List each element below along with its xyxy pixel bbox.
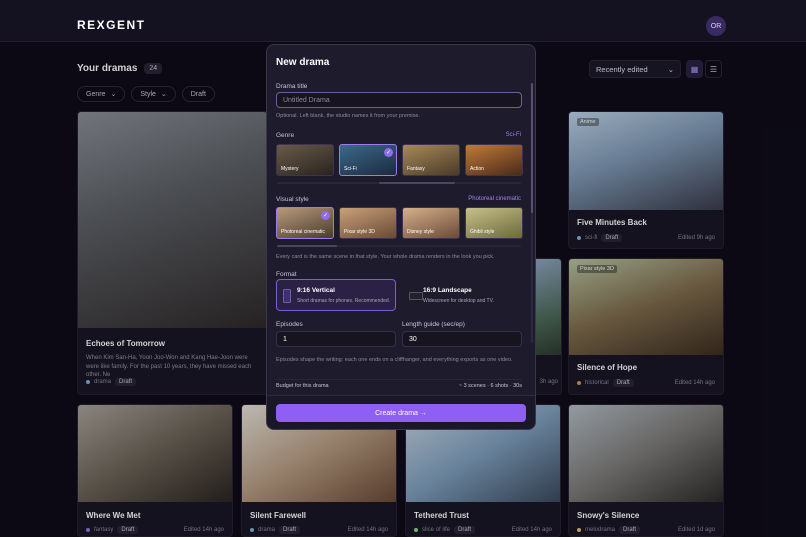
title-hint: Optional. Left blank, the studio names i… bbox=[276, 113, 420, 119]
modal-title: New drama bbox=[276, 57, 330, 68]
landscape-format-icon bbox=[409, 292, 423, 300]
format-vertical[interactable]: 9:16 Vertical Short dramas for phones. R… bbox=[276, 279, 396, 311]
modal-footer: Create drama → bbox=[267, 395, 535, 429]
style-option-label: Photoreal cinematic bbox=[281, 229, 325, 235]
check-icon: ✓ bbox=[384, 148, 393, 157]
style-hint: Every card is the same scene in that sty… bbox=[276, 254, 495, 260]
length-label: Length guide (sec/ep) bbox=[402, 321, 465, 328]
genre-option-label: Fantasy bbox=[407, 166, 425, 172]
episodes-hint: Episodes shape the writing: each one end… bbox=[276, 357, 513, 363]
budget-row: Budget for this drama ~ 3 scenes · 6 sho… bbox=[276, 379, 522, 395]
style-option-photoreal[interactable]: Photoreal cinematic ✓ bbox=[276, 207, 334, 239]
vertical-format-icon bbox=[283, 289, 291, 303]
genre-option-fantasy[interactable]: Fantasy bbox=[402, 144, 460, 176]
drama-title-input[interactable]: Untitled Drama bbox=[276, 92, 522, 108]
genre-scroll-track[interactable] bbox=[277, 182, 521, 184]
style-option-ghibli[interactable]: Ghibli style bbox=[465, 207, 523, 239]
genre-selected: Sci-Fi bbox=[505, 132, 521, 138]
genre-option-mystery[interactable]: Mystery bbox=[276, 144, 334, 176]
length-input[interactable]: 30 bbox=[402, 331, 522, 347]
format-desc: Widescreen for desktop and TV. bbox=[423, 298, 494, 304]
budget-value: ~ 3 scenes · 6 shots · 30s bbox=[458, 383, 522, 389]
scroll-thumb[interactable] bbox=[531, 83, 533, 213]
style-label: Visual style bbox=[276, 196, 309, 203]
format-desc: Short dramas for phones. Recommended. bbox=[297, 298, 391, 304]
title-label: Drama title bbox=[276, 83, 308, 90]
style-scroll-thumb[interactable] bbox=[277, 245, 337, 247]
genre-option-label: Mystery bbox=[281, 166, 299, 172]
new-drama-modal: New drama Drama title Untitled Drama Opt… bbox=[266, 44, 536, 430]
budget-label: Budget for this drama bbox=[276, 383, 329, 389]
user-avatar[interactable]: OR bbox=[706, 16, 726, 36]
top-bar: REXGENT OR bbox=[0, 0, 806, 42]
episodes-input[interactable]: 1 bbox=[276, 331, 396, 347]
genre-option-label: Sci-Fi bbox=[344, 166, 357, 172]
style-scroll-track[interactable] bbox=[277, 245, 521, 247]
genre-scroll-thumb[interactable] bbox=[379, 182, 455, 184]
modal-scrollbar[interactable] bbox=[531, 83, 533, 343]
style-option-label: Disney style bbox=[407, 229, 434, 235]
style-option-label: Ghibli style bbox=[470, 229, 495, 235]
create-drama-button[interactable]: Create drama → bbox=[276, 404, 526, 422]
style-option-disney[interactable]: Disney style bbox=[402, 207, 460, 239]
genre-option-action[interactable]: Action bbox=[465, 144, 523, 176]
format-title: 16:9 Landscape bbox=[423, 287, 472, 294]
format-landscape[interactable]: 16:9 Landscape Widescreen for desktop an… bbox=[402, 279, 522, 311]
format-title: 9:16 Vertical bbox=[297, 287, 335, 294]
genre-option-label: Action bbox=[470, 166, 484, 172]
format-label: Format bbox=[276, 271, 297, 278]
app-logo[interactable]: REXGENT bbox=[77, 18, 146, 32]
style-selected: Photoreal cinematic bbox=[468, 196, 521, 202]
style-option-label: Pixar style 3D bbox=[344, 229, 375, 235]
check-icon: ✓ bbox=[321, 211, 330, 220]
episodes-label: Episodes bbox=[276, 321, 303, 328]
style-option-pixar[interactable]: Pixar style 3D bbox=[339, 207, 397, 239]
genre-option-scifi[interactable]: Sci-Fi ✓ bbox=[339, 144, 397, 176]
genre-label: Genre bbox=[276, 132, 295, 139]
